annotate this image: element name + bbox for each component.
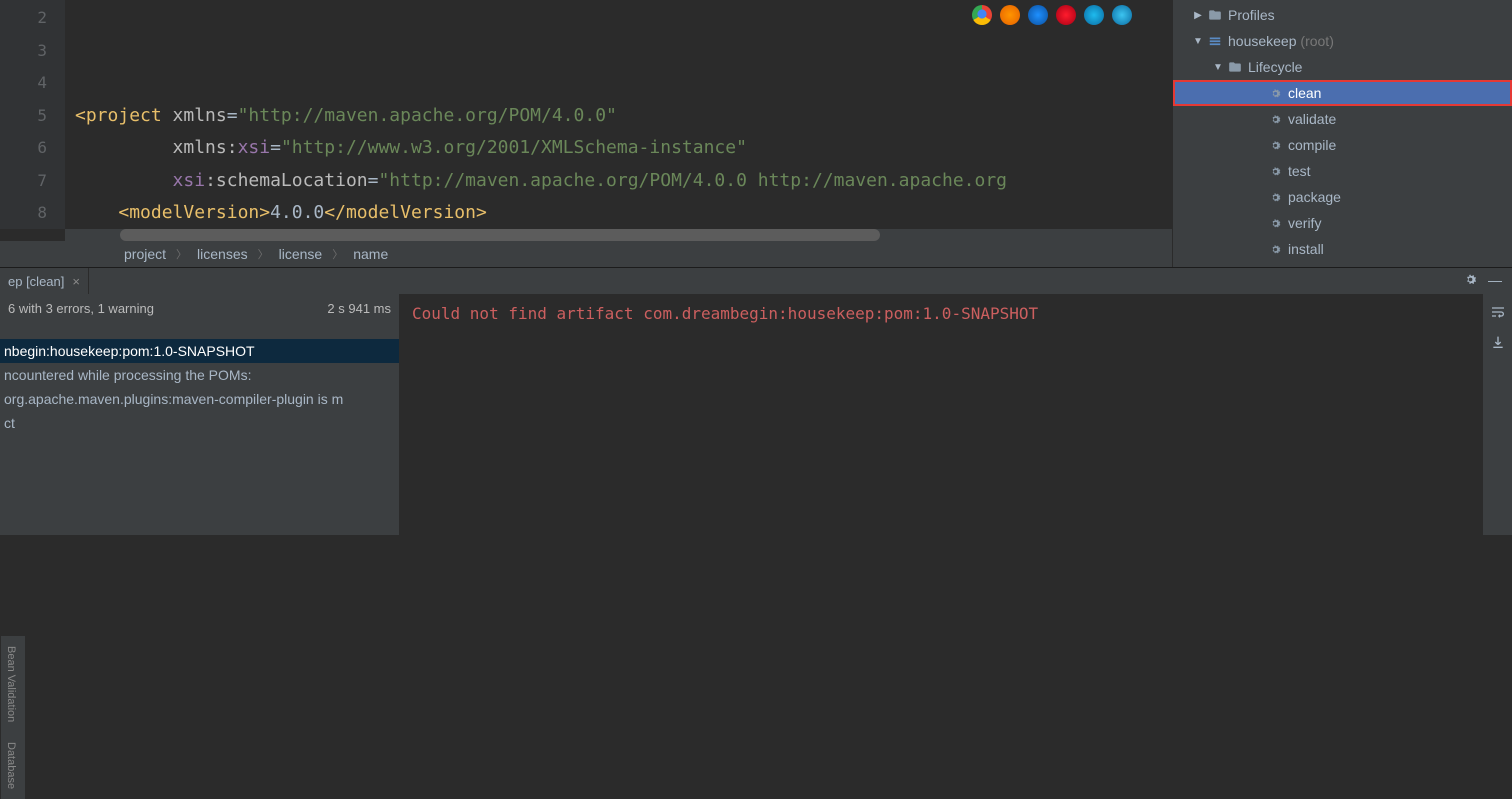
gutter: 234567891011121314151617 (0, 0, 65, 229)
breadcrumb-item[interactable]: name (353, 246, 388, 262)
firefox-icon[interactable] (1000, 5, 1020, 25)
tree-label: compile (1288, 137, 1336, 153)
line-number: 6 (0, 132, 47, 165)
maven-lifecycle[interactable]: ▼ Lifecycle (1173, 54, 1512, 80)
scroll-to-end-icon[interactable] (1488, 332, 1508, 352)
build-tree-item[interactable]: org.apache.maven.plugins:maven-compiler-… (0, 387, 399, 411)
maven-goal-clean[interactable]: clean (1173, 80, 1512, 106)
console-error-line: Could not find artifact com.dreambegin:h… (412, 304, 1470, 323)
tree-label: package (1288, 189, 1341, 205)
code-line[interactable]: xmlns:xsi="http://www.w3.org/2001/XMLSch… (75, 132, 1172, 165)
maven-goal-site[interactable]: site (1173, 262, 1512, 267)
chrome-icon[interactable] (972, 5, 992, 25)
maven-goal-test[interactable]: test (1173, 158, 1512, 184)
gear-icon (1267, 189, 1283, 205)
line-number: 3 (0, 35, 47, 68)
chevron-right-icon: 〉 (258, 246, 269, 262)
safari-icon[interactable] (1028, 5, 1048, 25)
maven-tool-window: ▶ Profiles ▼ housekeep (root) ▼ Lifecycle clea… (1172, 0, 1512, 267)
editor-pane: 234567891011121314151617 <project xmlns=… (0, 0, 1172, 267)
edge-icon[interactable] (1112, 5, 1132, 25)
build-results-tree[interactable]: 6 with 3 errors, 1 warning 2 s 941 ms nb… (0, 294, 400, 535)
build-tree-item[interactable]: nbegin:housekeep:pom:1.0-SNAPSHOT (0, 339, 399, 363)
chevron-down-icon[interactable]: ▼ (1191, 36, 1205, 47)
horizontal-scrollbar[interactable] (65, 229, 1172, 241)
tool-tab-database[interactable]: Database (1, 732, 21, 799)
run-tool-window: ep [clean] × — 6 with 3 errors, 1 warnin… (0, 267, 1512, 535)
console-tab-row: ep [clean] × — (0, 268, 1512, 294)
build-duration: 2 s 941 ms (327, 301, 391, 316)
gear-icon[interactable] (1463, 272, 1478, 290)
minimize-icon[interactable]: — (1488, 272, 1502, 290)
folder-icon (1207, 7, 1223, 23)
build-tree-item[interactable]: ct (0, 411, 399, 435)
chevron-right-icon[interactable]: ▶ (1191, 10, 1205, 21)
console-side-toolbar (1482, 294, 1512, 535)
folder-icon (1227, 59, 1243, 75)
gear-icon (1267, 163, 1283, 179)
tree-label: clean (1288, 85, 1321, 101)
line-number: 4 (0, 67, 47, 100)
line-number: 8 (0, 197, 47, 229)
tree-label: housekeep (root) (1228, 33, 1334, 49)
tool-tab-bean-validation[interactable]: Bean Validation (1, 636, 21, 732)
tree-label: install (1288, 241, 1324, 257)
maven-goal-validate[interactable]: validate (1173, 106, 1512, 132)
ie-icon[interactable] (1084, 5, 1104, 25)
line-number: 2 (0, 2, 47, 35)
code-editor[interactable]: <project xmlns="http://maven.apache.org/… (65, 0, 1172, 229)
line-number: 7 (0, 165, 47, 198)
tree-label: Lifecycle (1248, 59, 1302, 75)
chevron-right-icon: 〉 (332, 246, 343, 262)
right-tool-stripe: Bean Validation Database (0, 636, 25, 799)
console-tab[interactable]: ep [clean] × (0, 268, 89, 294)
soft-wrap-icon[interactable] (1488, 302, 1508, 322)
code-line[interactable]: <modelVersion>4.0.0</modelVersion> (75, 197, 1172, 229)
line-number: 5 (0, 100, 47, 133)
opera-icon[interactable] (1056, 5, 1076, 25)
breadcrumb-item[interactable]: project (124, 246, 166, 262)
maven-profiles[interactable]: ▶ Profiles (1173, 2, 1512, 28)
build-tree-item[interactable]: ncountered while processing the POMs: (0, 363, 399, 387)
browser-preview-icons (972, 5, 1132, 25)
maven-goal-install[interactable]: install (1173, 236, 1512, 262)
maven-root-module[interactable]: ▼ housekeep (root) (1173, 28, 1512, 54)
maven-goal-package[interactable]: package (1173, 184, 1512, 210)
tree-label: test (1288, 163, 1311, 179)
console-output[interactable]: Could not find artifact com.dreambegin:h… (400, 294, 1482, 535)
maven-goal-compile[interactable]: compile (1173, 132, 1512, 158)
breadcrumb-item[interactable]: licenses (197, 246, 248, 262)
gear-icon (1267, 137, 1283, 153)
breadcrumb-item[interactable]: license (279, 246, 323, 262)
chevron-down-icon[interactable]: ▼ (1211, 62, 1225, 73)
module-icon (1207, 33, 1223, 49)
gear-icon (1267, 111, 1283, 127)
chevron-right-icon: 〉 (176, 246, 187, 262)
code-line[interactable]: xsi:schemaLocation="http://maven.apache.… (75, 165, 1172, 198)
tree-label: verify (1288, 215, 1321, 231)
breadcrumb-bar: project 〉 licenses 〉 license 〉 name (0, 241, 1172, 267)
gear-icon (1267, 85, 1283, 101)
code-line[interactable]: <project xmlns="http://maven.apache.org/… (75, 100, 1172, 133)
gear-icon (1267, 215, 1283, 231)
gear-icon (1267, 241, 1283, 257)
console-tab-label: ep [clean] (8, 274, 64, 289)
tree-label: Profiles (1228, 7, 1275, 23)
close-icon[interactable]: × (72, 274, 80, 289)
maven-goal-verify[interactable]: verify (1173, 210, 1512, 236)
build-summary: 6 with 3 errors, 1 warning (8, 301, 154, 316)
tree-label: validate (1288, 111, 1336, 127)
